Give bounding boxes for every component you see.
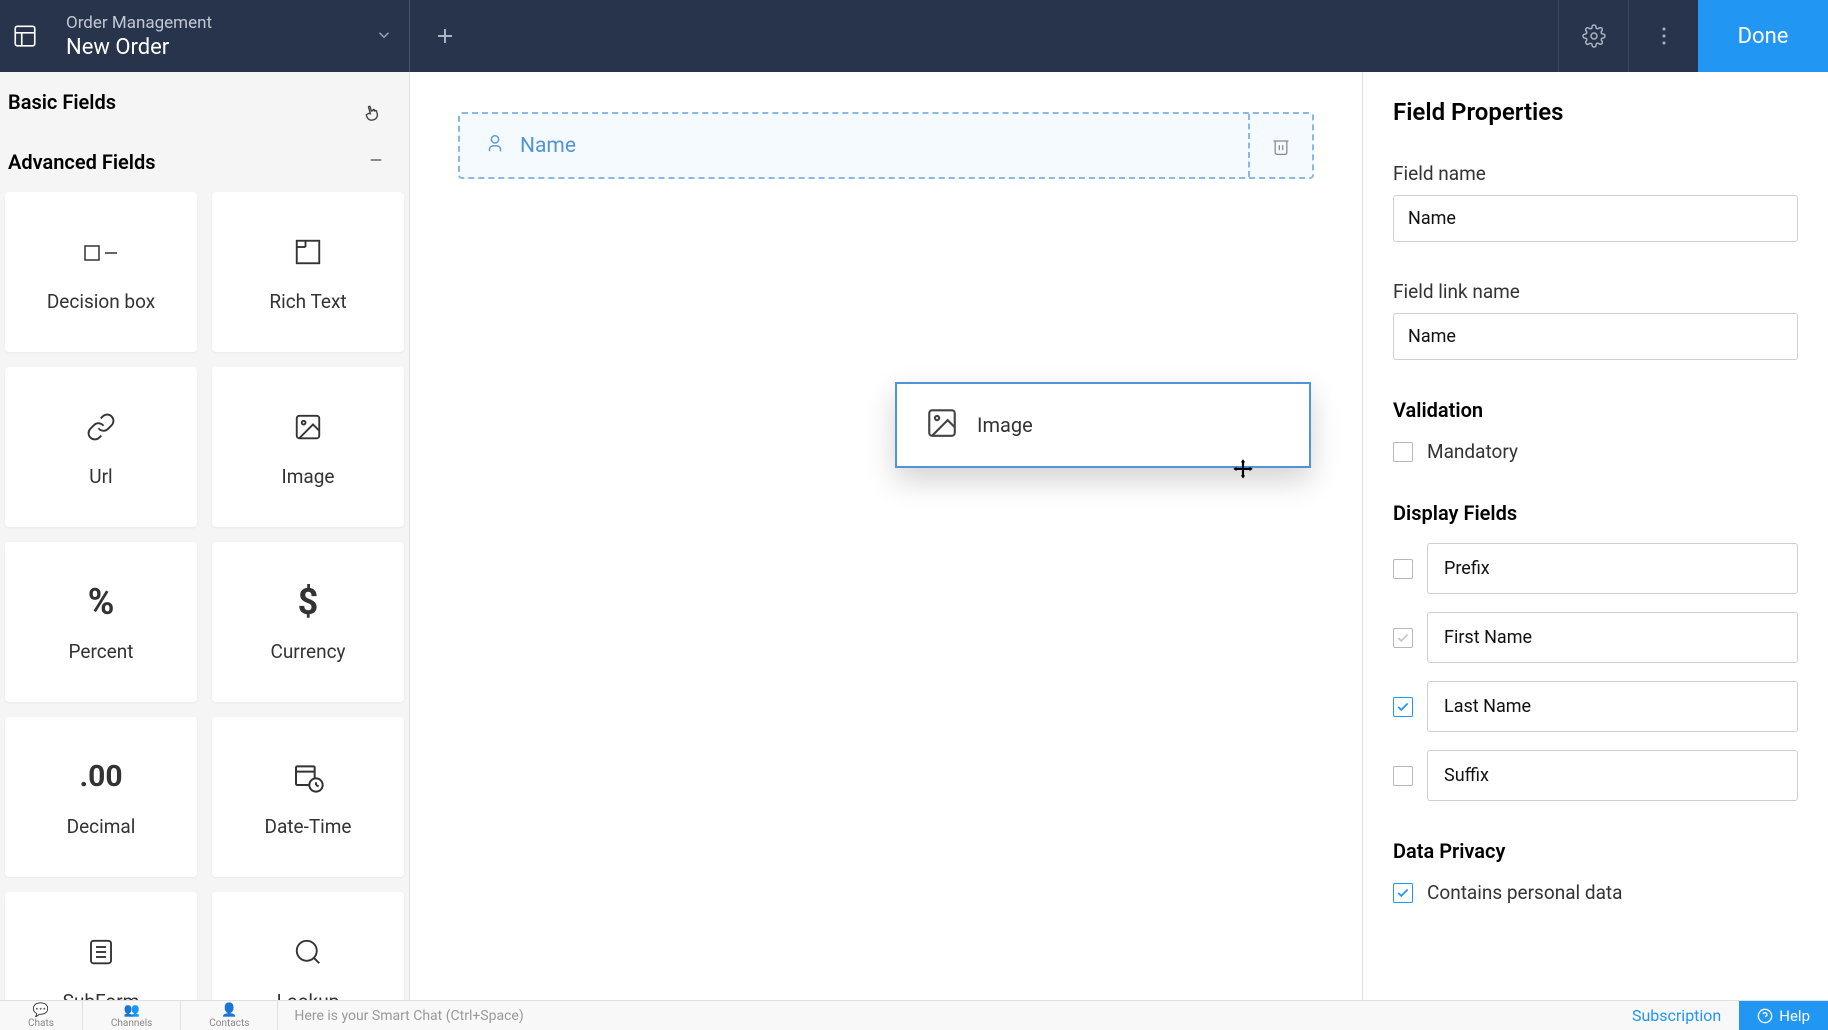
- field-label: Date-Time: [264, 815, 351, 838]
- display-fields-title: Display Fields: [1393, 501, 1798, 525]
- last-name-checkbox[interactable]: [1393, 697, 1413, 717]
- field-image[interactable]: Image: [212, 367, 404, 527]
- settings-button[interactable]: [1558, 0, 1628, 72]
- delete-field-button[interactable]: [1248, 114, 1312, 177]
- mandatory-checkbox[interactable]: [1393, 442, 1413, 462]
- link-icon: [86, 407, 116, 447]
- more-button[interactable]: [1628, 0, 1698, 72]
- mandatory-label: Mandatory: [1427, 440, 1518, 463]
- app-header: Order Management New Order Done: [0, 0, 1828, 72]
- rich-text-icon: [293, 232, 323, 272]
- contacts-tab[interactable]: 👤 Contacts: [181, 1001, 278, 1030]
- bottom-bar: 💬 Chats 👥 Channels 👤 Contacts Here is yo…: [0, 1000, 1828, 1030]
- image-icon: [293, 407, 323, 447]
- field-subform[interactable]: SubForm: [5, 892, 197, 1000]
- name-field-label: Name: [520, 134, 576, 158]
- field-name-input[interactable]: [1393, 195, 1798, 242]
- field-label: Lookup: [277, 990, 340, 1001]
- image-field-dragging[interactable]: Image: [895, 382, 1311, 468]
- field-rich-text[interactable]: Rich Text: [212, 192, 404, 352]
- channels-label: Channels: [111, 1018, 152, 1029]
- image-field-label: Image: [977, 413, 1033, 437]
- last-name-input[interactable]: [1427, 681, 1798, 732]
- help-button[interactable]: Help: [1739, 1001, 1828, 1030]
- field-label: Decimal: [67, 815, 136, 838]
- field-label: Url: [89, 465, 112, 488]
- properties-panel: Field Properties Field name Field link n…: [1362, 72, 1828, 1000]
- name-field[interactable]: Name: [458, 112, 1314, 179]
- suffix-checkbox[interactable]: [1393, 766, 1413, 786]
- subscription-link[interactable]: Subscription: [1614, 1006, 1739, 1025]
- field-label: Currency: [270, 640, 345, 663]
- field-label: Decision box: [47, 290, 155, 313]
- chats-tab[interactable]: 💬 Chats: [0, 1001, 83, 1030]
- properties-title: Field Properties: [1393, 98, 1798, 126]
- field-link-input[interactable]: [1393, 313, 1798, 360]
- person-icon: [484, 132, 506, 159]
- field-date-time[interactable]: Date-Time: [212, 717, 404, 877]
- smart-chat-input[interactable]: Here is your Smart Chat (Ctrl+Space): [278, 1008, 1614, 1024]
- collapse-icon: [367, 151, 401, 174]
- add-button[interactable]: [410, 0, 480, 72]
- app-logo-icon[interactable]: [0, 0, 50, 72]
- field-lookup[interactable]: Lookup: [212, 892, 404, 1000]
- fields-sidebar: Basic Fields Advanced Fields Decision bo…: [0, 72, 410, 1000]
- field-label: Rich Text: [269, 290, 346, 313]
- calendar-clock-icon: [292, 757, 324, 797]
- search-icon: [293, 932, 323, 972]
- prefix-checkbox[interactable]: [1393, 559, 1413, 579]
- field-url[interactable]: Url: [5, 367, 197, 527]
- dollar-icon: $: [298, 582, 319, 622]
- field-label: Image: [282, 465, 335, 488]
- field-percent[interactable]: % Percent: [5, 542, 197, 702]
- channels-tab[interactable]: 👥 Channels: [83, 1001, 181, 1030]
- chats-label: Chats: [28, 1018, 54, 1029]
- field-label: SubForm: [63, 990, 140, 1001]
- chat-icon: 💬: [33, 1003, 49, 1018]
- decision-box-icon: [83, 232, 119, 272]
- field-decimal[interactable]: .00 Decimal: [5, 717, 197, 877]
- field-link-label: Field link name: [1393, 280, 1798, 303]
- done-button[interactable]: Done: [1698, 0, 1828, 72]
- field-name-label: Field name: [1393, 162, 1798, 185]
- percent-icon: %: [88, 582, 115, 622]
- channels-icon: 👥: [124, 1003, 140, 1018]
- contacts-label: Contacts: [209, 1018, 249, 1029]
- basic-fields-title: Basic Fields: [8, 90, 116, 114]
- subform-icon: [86, 932, 116, 972]
- header-title: New Order: [66, 35, 375, 60]
- field-label: Percent: [69, 640, 134, 663]
- first-name-input[interactable]: [1427, 612, 1798, 663]
- advanced-fields-section[interactable]: Advanced Fields: [0, 132, 409, 192]
- header-title-dropdown[interactable]: Order Management New Order: [50, 0, 410, 72]
- decimal-icon: .00: [79, 757, 122, 797]
- personal-data-checkbox[interactable]: [1393, 883, 1413, 903]
- advanced-fields-title: Advanced Fields: [8, 150, 156, 174]
- chevron-down-icon: [375, 22, 393, 50]
- suffix-input[interactable]: [1427, 750, 1798, 801]
- basic-fields-section[interactable]: Basic Fields: [0, 72, 409, 132]
- contacts-icon: 👤: [221, 1003, 237, 1018]
- field-currency[interactable]: $ Currency: [212, 542, 404, 702]
- field-decision-box[interactable]: Decision box: [5, 192, 197, 352]
- form-canvas[interactable]: Name Image: [410, 72, 1362, 1000]
- data-privacy-title: Data Privacy: [1393, 839, 1798, 863]
- header-subtitle: Order Management: [66, 13, 375, 33]
- personal-data-label: Contains personal data: [1427, 881, 1622, 904]
- first-name-checkbox[interactable]: [1393, 628, 1413, 648]
- help-label: Help: [1779, 1007, 1810, 1025]
- move-cursor-icon: [1230, 457, 1256, 488]
- image-icon: [925, 406, 959, 444]
- prefix-input[interactable]: [1427, 543, 1798, 594]
- validation-title: Validation: [1393, 398, 1798, 422]
